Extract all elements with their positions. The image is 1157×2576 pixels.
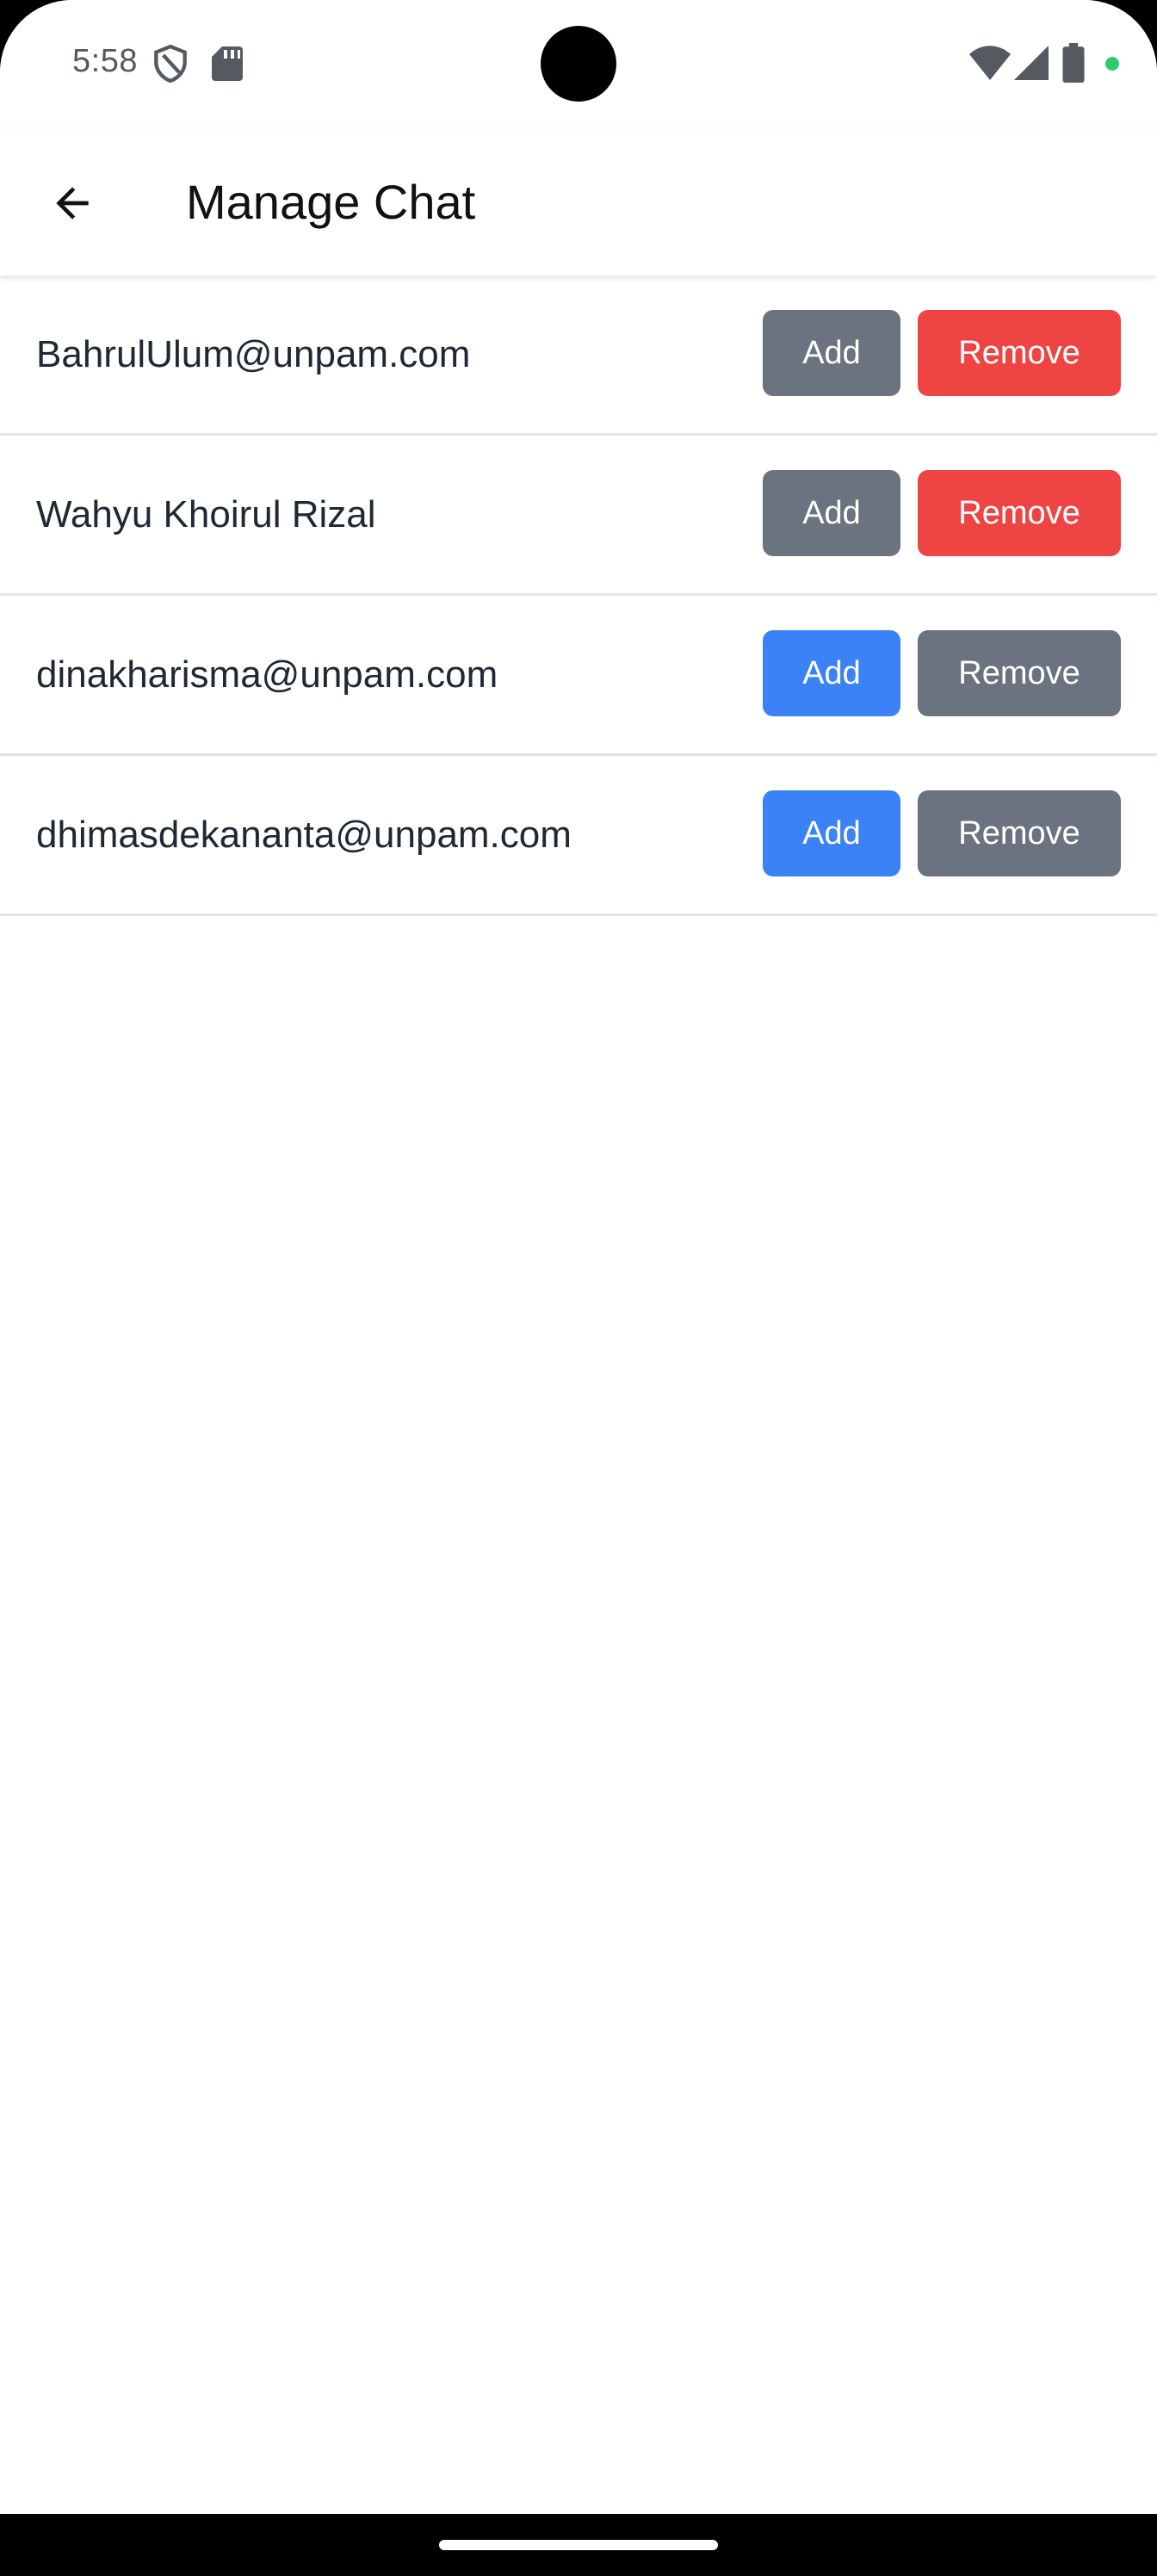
chat-name: dhimasdekananta@unpam.com: [36, 813, 572, 856]
chat-name: Wahyu Khoirul Rizal: [36, 492, 376, 536]
status-bar: 5:58: [0, 0, 1157, 129]
remove-button[interactable]: Remove: [918, 310, 1121, 396]
remove-button[interactable]: Remove: [918, 790, 1121, 876]
cell-signal-icon: [1014, 46, 1049, 80]
add-button[interactable]: Add: [763, 790, 900, 876]
chat-row: dhimasdekananta@unpam.com Add Remove: [0, 756, 1157, 916]
camera-cutout: [541, 26, 616, 102]
back-button[interactable]: [34, 165, 110, 241]
chat-row: dinakharisma@unpam.com Add Remove: [0, 596, 1157, 756]
arrow-left-icon: [56, 187, 89, 220]
app-bar: Manage Chat: [0, 129, 1157, 276]
chat-row: Wahyu Khoirul Rizal Add Remove: [0, 436, 1157, 596]
remove-button[interactable]: Remove: [918, 630, 1121, 716]
add-button[interactable]: Add: [763, 310, 900, 396]
chat-name: BahrulUlum@unpam.com: [36, 332, 471, 375]
battery-icon: [1062, 43, 1085, 83]
privacy-indicator-dot: [1105, 57, 1119, 71]
remove-button[interactable]: Remove: [918, 470, 1121, 556]
page-title: Manage Chat: [186, 175, 476, 229]
screen: 5:58 Manage Chat BahrulUlum@unpam.com Ad…: [0, 0, 1157, 2514]
sd-card-icon: [212, 46, 243, 81]
chat-row: BahrulUlum@unpam.com Add Remove: [0, 276, 1157, 436]
chat-list: BahrulUlum@unpam.com Add Remove Wahyu Kh…: [0, 276, 1157, 916]
gesture-nav-handle[interactable]: [439, 2540, 718, 2550]
chat-name: dinakharisma@unpam.com: [36, 653, 498, 696]
add-button[interactable]: Add: [763, 470, 900, 556]
shield-icon: [154, 45, 187, 83]
wifi-icon: [969, 46, 1011, 80]
status-time: 5:58: [72, 43, 138, 79]
add-button[interactable]: Add: [763, 630, 900, 716]
